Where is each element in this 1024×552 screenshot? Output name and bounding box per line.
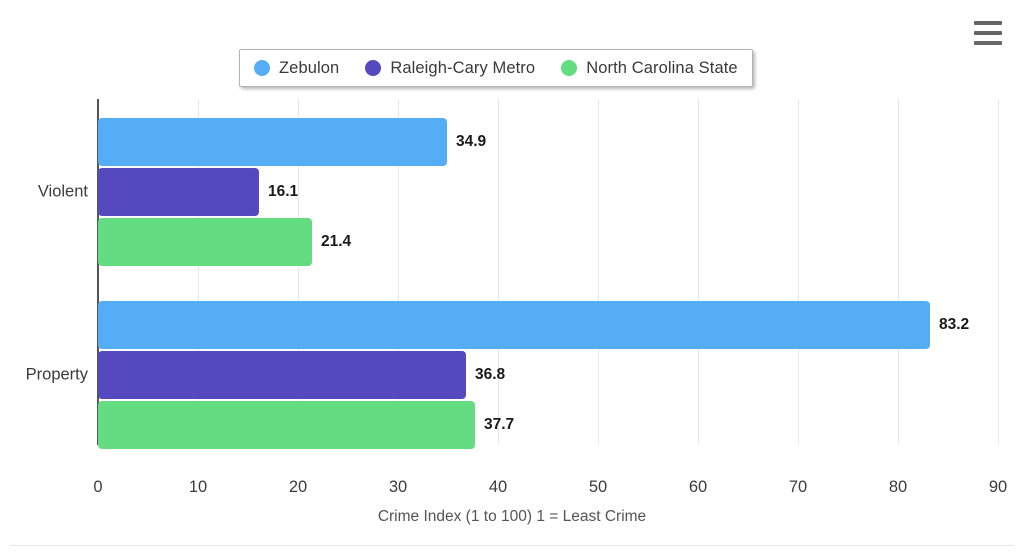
x-gridline xyxy=(598,99,599,444)
bar-value-label: 16.1 xyxy=(268,183,299,200)
x-axis-title: Crime Index (1 to 100) 1 = Least Crime xyxy=(377,508,647,525)
x-tick-label: 30 xyxy=(388,478,408,496)
legend-swatch-icon xyxy=(561,60,578,76)
bar-violent-1[interactable] xyxy=(98,168,259,216)
x-gridline xyxy=(998,99,999,444)
crime-index-bar-chart: Zebulon Raleigh-Cary Metro North Carolina … xyxy=(0,0,1024,552)
bar-property-1[interactable] xyxy=(98,351,466,399)
hamburger-menu-icon[interactable] xyxy=(974,21,1002,45)
legend-item-label: Raleigh-Cary Metro xyxy=(390,58,536,77)
x-tick-label: 10 xyxy=(188,478,208,496)
x-tick-label: 0 xyxy=(93,478,103,496)
bar-value-label: 34.9 xyxy=(456,133,487,150)
legend-item-label: North Carolina State xyxy=(586,58,738,77)
bar-value-label: 37.7 xyxy=(484,416,515,433)
x-tick-label: 60 xyxy=(688,478,708,496)
chart-legend: Zebulon Raleigh-Cary Metro North Carolina … xyxy=(239,49,753,87)
x-tick-label: 70 xyxy=(788,478,808,496)
x-gridline xyxy=(698,99,699,444)
bar-violent-0[interactable] xyxy=(98,118,447,166)
x-tick-label: 40 xyxy=(488,478,508,496)
x-tick-label: 50 xyxy=(588,478,608,496)
bar-property-2[interactable] xyxy=(98,401,475,449)
bar-violent-2[interactable] xyxy=(98,218,312,266)
bar-value-label: 21.4 xyxy=(321,233,352,250)
bar-property-0[interactable] xyxy=(98,301,930,349)
legend-swatch-icon xyxy=(365,60,382,76)
x-tick-label: 90 xyxy=(988,478,1008,496)
bar-value-label: 36.8 xyxy=(475,366,506,383)
menu-bar-3 xyxy=(974,41,1002,45)
menu-bar-1 xyxy=(974,21,1002,25)
menu-bar-2 xyxy=(974,31,1002,35)
legend-swatch-icon xyxy=(254,60,270,76)
x-gridline xyxy=(898,99,899,444)
x-gridline xyxy=(498,99,499,444)
plot-area: 34.9 16.1 21.4 83.2 36.8 37.7 xyxy=(98,99,999,449)
x-tick-label: 20 xyxy=(288,478,308,496)
bar-value-label: 83.2 xyxy=(939,316,970,333)
bottom-divider xyxy=(10,545,1014,546)
legend-item-2[interactable]: North Carolina State xyxy=(561,59,738,78)
x-gridline xyxy=(798,99,799,444)
category-label-violent: Violent xyxy=(37,182,88,201)
x-tick-label: 80 xyxy=(888,478,908,496)
category-label-property: Property xyxy=(25,365,88,384)
legend-item-1[interactable]: Raleigh-Cary Metro xyxy=(365,59,535,78)
legend-item-0[interactable]: Zebulon xyxy=(254,59,339,78)
legend-item-label: Zebulon xyxy=(279,58,340,77)
